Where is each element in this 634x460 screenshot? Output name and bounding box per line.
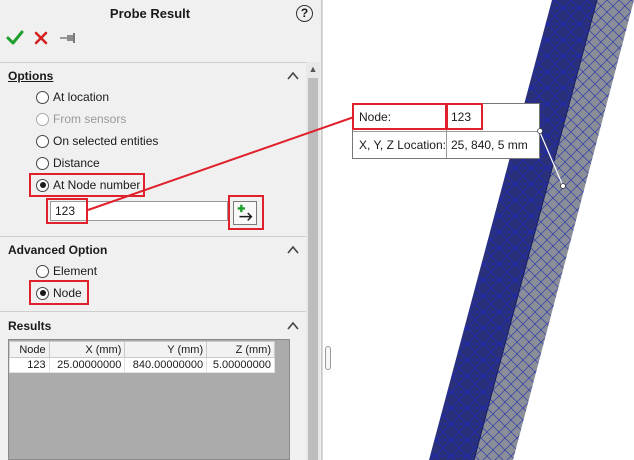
- callout-row-location: X, Y, Z Location: 25, 840, 5 mm: [353, 131, 539, 158]
- highlight-box-callout-node-value: [446, 103, 483, 130]
- graphics-viewport[interactable]: [331, 0, 634, 460]
- probe-node-marker[interactable]: [560, 183, 566, 189]
- highlight-box-node-option: [29, 280, 89, 305]
- cell-node: 123: [9, 357, 50, 373]
- highlight-box-callout-node-key: [352, 103, 447, 130]
- collapse-chevron-icon[interactable]: [287, 321, 299, 331]
- help-icon[interactable]: ?: [296, 5, 313, 22]
- radio-on-selected-entities[interactable]: On selected entities: [36, 133, 158, 149]
- scroll-up-arrow-icon[interactable]: ▲: [306, 62, 320, 76]
- section-divider: [0, 236, 306, 237]
- column-header-x[interactable]: X (mm): [48, 341, 126, 358]
- toolbar-divider: [0, 62, 306, 63]
- options-section-title[interactable]: Options: [8, 69, 53, 83]
- table-row[interactable]: 123 25.00000000 840.00000000 5.00000000: [9, 357, 275, 373]
- radio-label: From sensors: [53, 112, 127, 126]
- column-header-z[interactable]: Z (mm): [206, 341, 275, 358]
- radio-button[interactable]: [36, 90, 49, 104]
- radio-button[interactable]: [36, 264, 49, 278]
- cell-y: 840.00000000: [124, 357, 208, 373]
- radio-element[interactable]: Element: [36, 263, 97, 279]
- panel-splitter[interactable]: [322, 0, 330, 460]
- radio-from-sensors: From sensors: [36, 111, 126, 127]
- results-section-title[interactable]: Results: [8, 319, 51, 333]
- ok-checkmark-icon[interactable]: [6, 29, 24, 47]
- radio-label: On selected entities: [53, 134, 159, 148]
- radio-button: [36, 112, 49, 126]
- results-table: Node X (mm) Y (mm) Z (mm) 123 25.0000000…: [9, 341, 275, 373]
- table-header-row: Node X (mm) Y (mm) Z (mm): [9, 341, 275, 358]
- highlight-box-pick-button: [228, 195, 264, 230]
- advanced-option-section-title[interactable]: Advanced Option: [8, 243, 107, 257]
- radio-label: Element: [53, 264, 98, 278]
- mesh-model[interactable]: [331, 0, 634, 460]
- collapse-chevron-icon[interactable]: [287, 245, 299, 255]
- pushpin-icon[interactable]: [59, 31, 77, 45]
- cancel-x-icon[interactable]: [33, 30, 49, 46]
- radio-distance[interactable]: Distance: [36, 155, 100, 171]
- column-header-node[interactable]: Node: [9, 341, 50, 358]
- callout-anchor-dot: [537, 128, 543, 134]
- callout-key-location: X, Y, Z Location:: [353, 132, 447, 158]
- scrollbar-thumb[interactable]: [308, 78, 318, 460]
- property-manager-panel: Probe Result ? Options At location From …: [0, 0, 322, 460]
- radio-button[interactable]: [36, 156, 49, 170]
- radio-at-location[interactable]: At location: [36, 89, 109, 105]
- callout-value-location: 25, 840, 5 mm: [451, 138, 528, 152]
- radio-button[interactable]: [36, 134, 49, 148]
- panel-title: Probe Result: [109, 6, 191, 21]
- highlight-box-at-node-number: [29, 173, 145, 197]
- column-header-y[interactable]: Y (mm): [124, 341, 208, 358]
- collapse-chevron-icon[interactable]: [287, 71, 299, 81]
- highlight-box-node-input: [46, 198, 88, 224]
- radio-label: Distance: [53, 156, 100, 170]
- cell-z: 5.00000000: [206, 357, 275, 373]
- cell-x: 25.00000000: [48, 357, 126, 373]
- radio-label: At location: [53, 90, 110, 104]
- section-divider: [0, 311, 306, 312]
